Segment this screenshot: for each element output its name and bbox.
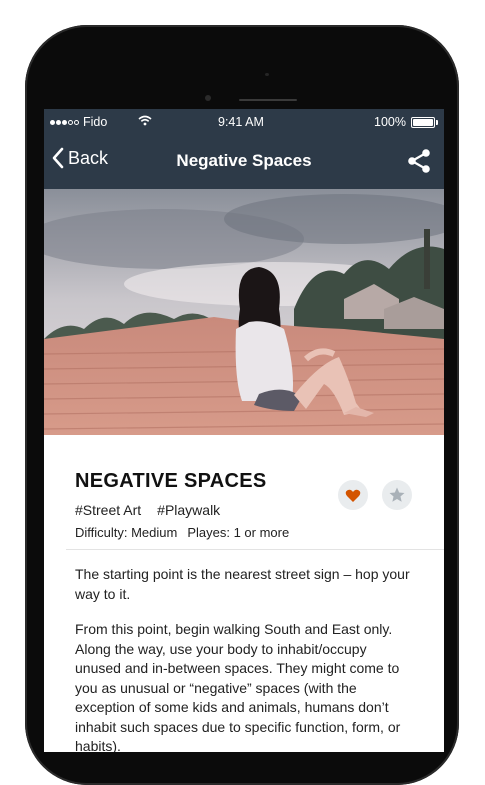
tag-playwalk[interactable]: #Playwalk [157,502,220,518]
front-camera [205,95,211,101]
favorite-button[interactable] [338,480,368,510]
divider [66,549,444,550]
page-title: Negative Spaces [176,151,312,170]
activity-detail: NEGATIVE SPACES #Street Art #Playwalk Di… [44,435,444,752]
battery-icon [411,117,438,128]
navigation-bar: Back Negative Spaces [44,139,444,183]
signal-icon [50,119,79,125]
description-paragraph-1: The starting point is the nearest street… [75,566,410,602]
activity-title: NEGATIVE SPACES [75,470,267,492]
share-icon [408,149,430,173]
top-bar: Fido 9:41 AM 100% Back Negative Spaces [44,109,444,189]
carrier-info: Fido [50,115,107,129]
carrier-name: Fido [83,115,108,129]
star-icon [389,487,405,502]
description-paragraph-2: From this point, begin walking South and… [75,621,401,752]
tag-list: #Street Art #Playwalk [75,502,220,518]
proximity-sensor [265,73,269,76]
status-time: 9:41 AM [218,115,264,129]
tag-street-art[interactable]: #Street Art [75,502,141,518]
activity-meta: Difficulty: Medium Playes: 1 or more [75,525,289,540]
hero-image [44,189,444,435]
battery-percent: 100% [374,115,406,129]
share-button[interactable] [406,148,432,179]
app-screen: Fido 9:41 AM 100% Back Negative Spaces N… [44,109,444,752]
players-text: Playes: 1 or more [187,525,290,540]
status-bar: Fido 9:41 AM 100% [44,109,444,135]
rate-button[interactable] [382,480,412,510]
earpiece-speaker [239,99,297,101]
action-icons [338,480,412,510]
heart-icon [345,489,361,502]
wifi-icon [138,115,152,129]
difficulty-text: Difficulty: Medium [75,525,178,540]
